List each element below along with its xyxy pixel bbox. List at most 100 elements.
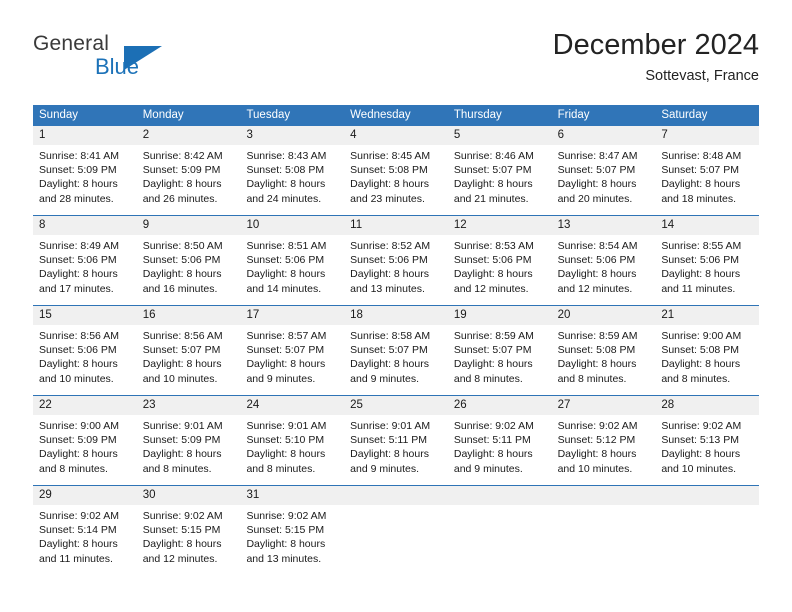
- day-detail-line: Sunset: 5:09 PM: [39, 434, 117, 447]
- day-detail-text: Sunrise: 9:02 AM Sunset: 5:15 PM Daylight:…: [137, 505, 241, 566]
- day-number: 3: [246, 129, 253, 141]
- calendar-day-cell[interactable]: 16 Sunrise: 8:56 AM Sunset: 5:07 PM Dayligh…: [136, 306, 241, 386]
- day-number-band: 23: [136, 396, 241, 415]
- calendar-day-cell[interactable]: 19 Sunrise: 8:59 AM Sunset: 5:07 PM Dayligh…: [447, 306, 552, 386]
- calendar-day-cell[interactable]: 12 Sunrise: 8:53 AM Sunset: 5:06 PM Dayligh…: [447, 216, 552, 296]
- day-detail-line: Sunset: 5:07 PM: [350, 344, 428, 357]
- calendar-day-cell[interactable]: 5 Sunrise: 8:46 AM Sunset: 5:07 PM Daylight…: [447, 126, 552, 206]
- day-number-band: 10: [240, 216, 345, 235]
- calendar-day-cell[interactable]: 28 Sunrise: 9:02 AM Sunset: 5:13 PM Dayligh…: [655, 396, 760, 476]
- day-number: 12: [453, 219, 467, 231]
- day-number-band: 13: [551, 216, 656, 235]
- day-detail-line: Daylight: 8 hours: [557, 448, 637, 461]
- day-detail-line: Daylight: 8 hours: [39, 538, 118, 551]
- day-detail-line: Sunrise: 8:42 AM: [142, 150, 223, 162]
- day-detail-text: Sunrise: 9:00 AM Sunset: 5:09 PM Daylight:…: [33, 415, 137, 476]
- day-detail-line: Sunrise: 8:52 AM: [350, 240, 431, 252]
- day-detail-line: Sunrise: 8:51 AM: [246, 240, 327, 252]
- day-detail-line: Sunset: 5:07 PM: [661, 164, 739, 177]
- day-detail-line: Sunrise: 9:01 AM: [350, 420, 431, 432]
- day-detail-line: Sunset: 5:13 PM: [661, 434, 739, 447]
- day-detail-line: Sunrise: 9:00 AM: [661, 330, 742, 342]
- calendar-day-cell[interactable]: 9 Sunrise: 8:50 AM Sunset: 5:06 PM Daylight…: [136, 216, 241, 296]
- calendar-week-row: 29 Sunrise: 9:02 AM Sunset: 5:14 PM Dayligh…: [33, 485, 760, 566]
- calendar-day-cell[interactable]: 23 Sunrise: 9:01 AM Sunset: 5:09 PM Dayligh…: [136, 396, 241, 476]
- day-detail-line: Sunrise: 9:02 AM: [661, 420, 742, 432]
- calendar-day-cell[interactable]: 4 Sunrise: 8:45 AM Sunset: 5:08 PM Daylight…: [344, 126, 448, 206]
- day-detail-line: Daylight: 8 hours: [39, 448, 118, 461]
- day-detail-line: Sunrise: 9:02 AM: [557, 420, 638, 432]
- day-detail-text: Sunrise: 9:01 AM Sunset: 5:10 PM Daylight:…: [240, 415, 344, 476]
- day-detail-line: Sunset: 5:07 PM: [453, 164, 532, 177]
- calendar-day-cell[interactable]: 7 Sunrise: 8:48 AM Sunset: 5:07 PM Daylight…: [655, 126, 760, 206]
- day-detail-line: and 17 minutes.: [39, 282, 114, 295]
- calendar-day-cell[interactable]: 1 Sunrise: 8:41 AM Sunset: 5:09 PM Daylight…: [33, 126, 137, 206]
- calendar-day-cell[interactable]: 15 Sunrise: 8:56 AM Sunset: 5:06 PM Dayligh…: [33, 306, 137, 386]
- calendar-day-cell[interactable]: 20 Sunrise: 8:59 AM Sunset: 5:08 PM Dayligh…: [551, 306, 656, 386]
- day-number: 17: [246, 309, 260, 321]
- day-number: 26: [453, 399, 467, 411]
- day-detail-line: Sunset: 5:09 PM: [39, 164, 117, 177]
- day-detail-line: and 14 minutes.: [246, 282, 322, 295]
- day-number-band: 9: [136, 216, 241, 235]
- day-detail-text: Sunrise: 9:02 AM Sunset: 5:14 PM Daylight:…: [33, 505, 137, 566]
- brand-name-general: General: [33, 32, 110, 55]
- day-detail-line: Daylight: 8 hours: [661, 268, 741, 281]
- day-detail-line: Sunset: 5:09 PM: [142, 164, 221, 177]
- day-detail-line: Daylight: 8 hours: [39, 358, 118, 371]
- day-detail-text: [552, 505, 656, 509]
- day-detail-line: Sunrise: 9:02 AM: [39, 510, 119, 522]
- day-number-band: 24: [240, 396, 345, 415]
- day-detail-line: Daylight: 8 hours: [142, 268, 222, 281]
- calendar-day-cell[interactable]: 27 Sunrise: 9:02 AM Sunset: 5:12 PM Dayligh…: [551, 396, 656, 476]
- day-detail-line: Sunset: 5:08 PM: [661, 344, 739, 357]
- day-detail-line: Daylight: 8 hours: [557, 358, 637, 371]
- calendar-day-cell[interactable]: 8 Sunrise: 8:49 AM Sunset: 5:06 PM Daylight…: [33, 216, 137, 296]
- day-detail-line: Sunset: 5:08 PM: [246, 164, 325, 177]
- day-detail-line: and 9 minutes.: [350, 372, 420, 385]
- day-number: 13: [557, 219, 571, 231]
- day-detail-line: Sunrise: 8:47 AM: [557, 150, 638, 162]
- calendar-day-cell[interactable]: 11 Sunrise: 8:52 AM Sunset: 5:06 PM Dayligh…: [344, 216, 448, 296]
- day-detail-line: and 13 minutes.: [246, 552, 322, 565]
- calendar-day-cell-empty: [344, 486, 448, 566]
- day-detail-text: Sunrise: 8:52 AM Sunset: 5:06 PM Daylight:…: [344, 235, 448, 296]
- day-detail-line: and 8 minutes.: [453, 372, 523, 385]
- day-number-band: 18: [344, 306, 448, 325]
- day-detail-line: Sunset: 5:06 PM: [661, 254, 739, 267]
- weekday-header-thursday: Thursday: [453, 109, 502, 121]
- day-number: 7: [661, 129, 668, 141]
- brand-logo[interactable]: General Blue: [33, 32, 233, 88]
- day-number-band: 2: [136, 126, 241, 145]
- calendar-day-cell[interactable]: 24 Sunrise: 9:01 AM Sunset: 5:10 PM Dayligh…: [240, 396, 345, 476]
- day-number-band: 6: [551, 126, 656, 145]
- day-detail-line: Daylight: 8 hours: [453, 358, 533, 371]
- day-detail-text: Sunrise: 9:00 AM Sunset: 5:08 PM Daylight:…: [655, 325, 759, 386]
- calendar-day-cell[interactable]: 14 Sunrise: 8:55 AM Sunset: 5:06 PM Dayligh…: [655, 216, 760, 296]
- calendar-day-cell[interactable]: 10 Sunrise: 8:51 AM Sunset: 5:06 PM Dayligh…: [240, 216, 345, 296]
- calendar-day-cell[interactable]: 22 Sunrise: 9:00 AM Sunset: 5:09 PM Dayligh…: [33, 396, 137, 476]
- calendar-day-cell[interactable]: 3 Sunrise: 8:43 AM Sunset: 5:08 PM Daylight…: [240, 126, 345, 206]
- day-number: 21: [661, 309, 675, 321]
- calendar-page: General Blue December 2024 Sottevast, Fr…: [0, 0, 792, 612]
- calendar-day-cell[interactable]: 31 Sunrise: 9:02 AM Sunset: 5:15 PM Dayligh…: [240, 486, 345, 566]
- day-detail-line: Daylight: 8 hours: [350, 268, 429, 281]
- calendar-day-cell[interactable]: 13 Sunrise: 8:54 AM Sunset: 5:06 PM Dayligh…: [551, 216, 656, 296]
- calendar-day-cell[interactable]: 26 Sunrise: 9:02 AM Sunset: 5:11 PM Dayligh…: [447, 396, 552, 476]
- calendar-day-cell[interactable]: 29 Sunrise: 9:02 AM Sunset: 5:14 PM Dayligh…: [33, 486, 137, 566]
- calendar-day-cell[interactable]: 6 Sunrise: 8:47 AM Sunset: 5:07 PM Daylight…: [551, 126, 656, 206]
- day-detail-line: and 9 minutes.: [350, 462, 420, 475]
- day-detail-text: Sunrise: 8:59 AM Sunset: 5:07 PM Daylight:…: [448, 325, 552, 386]
- week-row-spacer: [33, 476, 759, 485]
- day-number: 27: [557, 399, 571, 411]
- calendar-day-cell[interactable]: 30 Sunrise: 9:02 AM Sunset: 5:15 PM Dayligh…: [136, 486, 241, 566]
- calendar-day-cell[interactable]: 17 Sunrise: 8:57 AM Sunset: 5:07 PM Dayligh…: [240, 306, 345, 386]
- calendar-day-cell[interactable]: 25 Sunrise: 9:01 AM Sunset: 5:11 PM Dayligh…: [344, 396, 448, 476]
- title-block: December 2024 Sottevast, France: [553, 28, 759, 87]
- calendar-day-cell[interactable]: 21 Sunrise: 9:00 AM Sunset: 5:08 PM Dayligh…: [655, 306, 760, 386]
- calendar-day-cell[interactable]: 18 Sunrise: 8:58 AM Sunset: 5:07 PM Dayligh…: [344, 306, 448, 386]
- day-number: 10: [246, 219, 260, 231]
- day-detail-text: Sunrise: 8:51 AM Sunset: 5:06 PM Daylight:…: [240, 235, 344, 296]
- day-detail-text: Sunrise: 9:01 AM Sunset: 5:11 PM Daylight:…: [344, 415, 448, 476]
- calendar-day-cell[interactable]: 2 Sunrise: 8:42 AM Sunset: 5:09 PM Daylight…: [136, 126, 241, 206]
